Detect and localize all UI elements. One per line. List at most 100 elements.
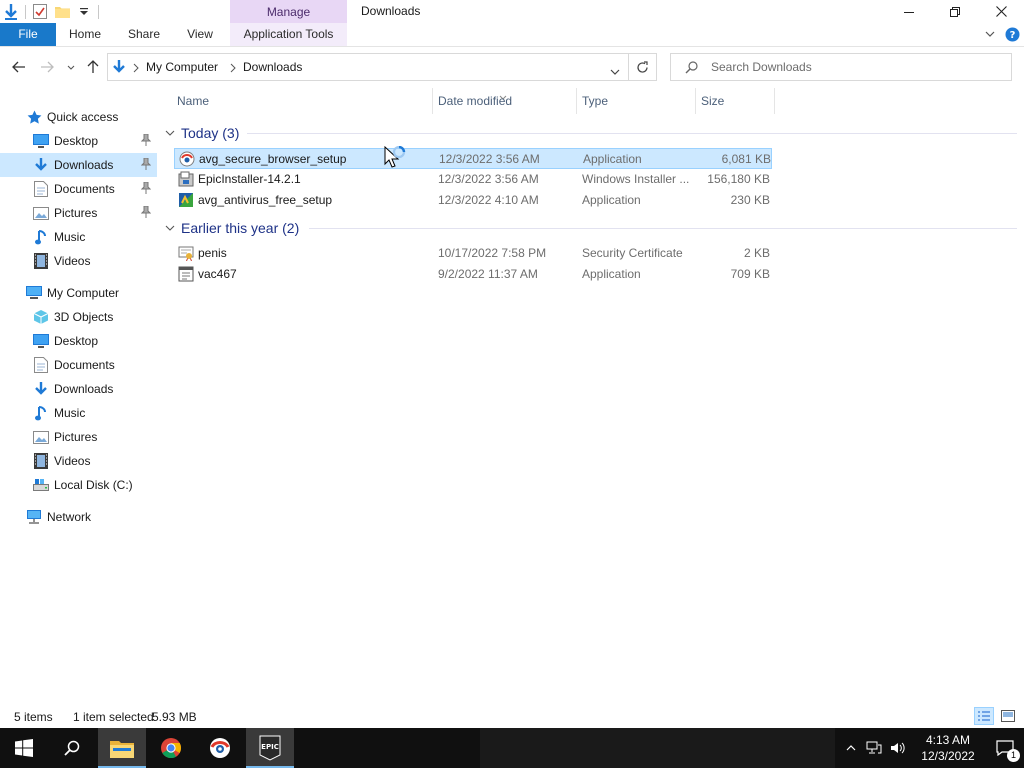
sidebar-item-label: Music xyxy=(54,406,86,420)
column-header-date-modified[interactable]: Date modified xyxy=(432,88,577,114)
network-tray-icon[interactable] xyxy=(862,728,886,768)
tab-file[interactable]: File xyxy=(0,23,56,46)
sidebar-item-music[interactable]: Music xyxy=(0,225,157,249)
sidebar-item-desktop-pc[interactable]: Desktop xyxy=(0,329,157,353)
file-date: 12/3/2022 4:10 AM xyxy=(438,193,539,207)
breadcrumb-separator-icon[interactable] xyxy=(230,62,236,76)
start-button[interactable] xyxy=(0,728,48,768)
table-row[interactable]: avg_antivirus_free_setup 12/3/2022 4:10 … xyxy=(174,190,772,211)
group-header-earlier-this-year[interactable]: Earlier this year (2) xyxy=(165,217,299,239)
file-name: EpicInstaller-14.2.1 xyxy=(198,172,301,186)
back-button[interactable] xyxy=(8,56,30,78)
action-center-button[interactable]: 1 xyxy=(986,728,1024,768)
status-selected-count: 1 item selected xyxy=(73,710,154,724)
sidebar-item-pictures-pc[interactable]: Pictures xyxy=(0,425,157,449)
group-label: Earlier this year (2) xyxy=(181,220,300,236)
large-icons-view-button[interactable] xyxy=(998,707,1018,725)
file-type: Application xyxy=(583,152,642,166)
minimize-button[interactable] xyxy=(886,0,932,23)
sidebar-item-videos-pc[interactable]: Videos xyxy=(0,449,157,473)
sidebar-item-label: Pictures xyxy=(54,206,98,220)
navigation-pane: Quick access Desktop Downloads Documents… xyxy=(0,88,157,703)
sidebar-item-my-computer[interactable]: My Computer xyxy=(0,281,157,305)
group-divider xyxy=(309,228,1017,229)
epic-logo-text: EPIC xyxy=(261,743,279,751)
avg-browser-icon xyxy=(179,151,195,167)
details-view-button[interactable] xyxy=(974,707,994,725)
sidebar-item-downloads-pc[interactable]: Downloads xyxy=(0,377,157,401)
show-hidden-icons-chevron-icon[interactable] xyxy=(840,728,862,768)
sidebar-item-local-disk[interactable]: Local Disk (C:) xyxy=(0,473,157,497)
sidebar-item-label: Videos xyxy=(54,454,91,468)
help-icon[interactable]: ? xyxy=(1004,26,1020,42)
column-header-name[interactable]: Name xyxy=(171,88,433,114)
table-row[interactable]: penis 10/17/2022 7:58 PM Security Certif… xyxy=(174,243,772,264)
sidebar-item-desktop[interactable]: Desktop xyxy=(0,129,157,153)
file-date: 12/3/2022 3:56 AM xyxy=(439,152,540,166)
table-row[interactable]: avg_secure_browser_setup 12/3/2022 3:56 … xyxy=(174,148,772,169)
tab-view[interactable]: View xyxy=(178,23,222,46)
file-name: avg_secure_browser_setup xyxy=(199,152,347,166)
restore-button[interactable] xyxy=(932,0,978,23)
search-button[interactable] xyxy=(48,728,96,768)
sidebar-item-label: Pictures xyxy=(54,430,98,444)
tab-share[interactable]: Share xyxy=(120,23,168,46)
sidebar-item-label: Documents xyxy=(54,358,115,372)
group-header-today[interactable]: Today (3) xyxy=(165,122,239,144)
tab-home[interactable]: Home xyxy=(60,23,110,46)
sidebar-item-label: Downloads xyxy=(54,158,114,172)
sidebar-item-3d-objects[interactable]: 3D Objects xyxy=(0,305,157,329)
avg-browser-taskbar-button[interactable] xyxy=(196,728,244,768)
collapse-chevron-icon[interactable] xyxy=(165,130,179,136)
volume-tray-icon[interactable] xyxy=(886,728,910,768)
forward-button[interactable] xyxy=(36,56,58,78)
svg-text:?: ? xyxy=(1009,30,1015,41)
sidebar-item-quick-access[interactable]: Quick access xyxy=(0,105,157,129)
up-button[interactable] xyxy=(82,56,104,78)
refresh-button[interactable] xyxy=(629,53,657,81)
collapse-chevron-icon[interactable] xyxy=(165,225,179,231)
address-history-chevron-icon[interactable] xyxy=(610,64,620,78)
file-size: 2 KB xyxy=(743,246,770,260)
star-icon xyxy=(26,109,42,125)
new-folder-icon[interactable] xyxy=(51,1,73,23)
sidebar-item-music-pc[interactable]: Music xyxy=(0,401,157,425)
sidebar-item-network[interactable]: Network xyxy=(0,505,157,529)
address-bar[interactable]: My Computer Downloads xyxy=(107,53,629,81)
sidebar-item-label: My Computer xyxy=(47,286,120,300)
sidebar-item-downloads[interactable]: Downloads xyxy=(0,153,157,177)
music-icon xyxy=(33,229,49,245)
table-row[interactable]: vac467 9/2/2022 11:37 AM Application 709… xyxy=(174,264,772,285)
search-placeholder: Search Downloads xyxy=(711,60,812,74)
properties-icon[interactable] xyxy=(29,1,51,23)
file-explorer-taskbar-button[interactable] xyxy=(98,728,146,768)
sidebar-item-videos[interactable]: Videos xyxy=(0,249,157,273)
epic-games-taskbar-button[interactable]: EPIC xyxy=(246,728,294,768)
clock[interactable]: 4:13 AM 12/3/2022 xyxy=(910,732,986,764)
customize-qat-chevron-icon[interactable] xyxy=(73,1,95,23)
sidebar-item-documents[interactable]: Documents xyxy=(0,177,157,201)
group-label: Today (3) xyxy=(181,125,240,141)
column-header-type[interactable]: Type xyxy=(576,88,696,114)
documents-icon xyxy=(33,357,49,373)
expand-ribbon-chevron-icon[interactable] xyxy=(982,26,998,42)
taskbar-empty-area xyxy=(480,728,835,768)
file-name: vac467 xyxy=(198,267,237,281)
file-date: 12/3/2022 3:56 AM xyxy=(438,172,539,186)
quick-access-toolbar xyxy=(0,0,102,23)
recent-locations-chevron-icon[interactable] xyxy=(60,56,82,78)
close-button[interactable] xyxy=(978,0,1024,23)
sidebar-item-documents-pc[interactable]: Documents xyxy=(0,353,157,377)
breadcrumb-downloads[interactable]: Downloads xyxy=(243,60,302,74)
breadcrumb-my-computer[interactable]: My Computer xyxy=(146,60,218,74)
breadcrumb-separator-icon[interactable] xyxy=(133,62,139,76)
search-box[interactable]: Search Downloads xyxy=(670,53,1012,81)
file-name: avg_antivirus_free_setup xyxy=(198,193,333,207)
chrome-taskbar-button[interactable] xyxy=(147,728,195,768)
sidebar-item-pictures[interactable]: Pictures xyxy=(0,201,157,225)
tab-application-tools[interactable]: Application Tools xyxy=(230,23,347,46)
column-header-size[interactable]: Size xyxy=(695,88,775,114)
file-name: penis xyxy=(198,246,227,260)
sidebar-item-label: Documents xyxy=(54,182,115,196)
table-row[interactable]: EpicInstaller-14.2.1 12/3/2022 3:56 AM W… xyxy=(174,169,772,190)
